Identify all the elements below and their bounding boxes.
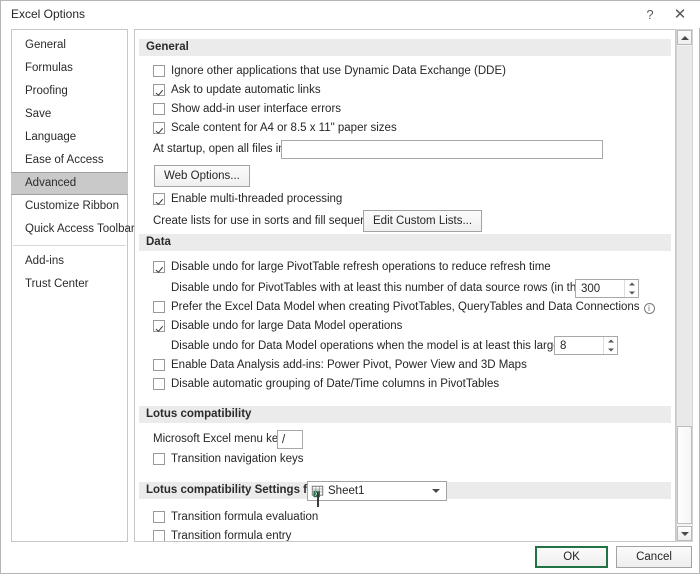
checkbox-label: Transition navigation keys [171, 453, 304, 465]
section-header-data: Data [139, 234, 671, 251]
startup-folder-label: At startup, open all files in: [153, 143, 288, 155]
checkbox-box[interactable] [153, 84, 165, 96]
checkbox-box[interactable] [153, 320, 165, 332]
spinner-up-icon[interactable] [625, 280, 638, 289]
sidebar-item-customize-ribbon[interactable]: Customize Ribbon [12, 195, 127, 218]
title-bar: Excel Options ? ✕ [1, 1, 700, 28]
options-pane-scrollbar[interactable] [676, 29, 693, 542]
datamodel-size-label: Disable undo for Data Model operations w… [171, 340, 603, 352]
sidebar-item-add-ins[interactable]: Add-ins [12, 250, 127, 273]
sidebar-item-general[interactable]: General [12, 34, 127, 57]
checkbox-label: Show add-in user interface errors [171, 103, 341, 115]
spinner-up-icon[interactable] [604, 337, 617, 346]
sidebar-item-proofing[interactable]: Proofing [12, 80, 127, 103]
svg-text:X: X [315, 491, 320, 498]
checkbox-disable-auto-grouping[interactable]: Disable automatic grouping of Date/Time … [153, 378, 499, 393]
checkbox-label: Ask to update automatic links [171, 84, 321, 96]
sidebar-item-advanced[interactable]: Advanced [11, 172, 128, 195]
checkbox-label: Ignore other applications that use Dynam… [171, 65, 506, 77]
ok-button[interactable]: OK [535, 546, 608, 568]
checkbox-label: Enable Data Analysis add-ins: Power Pivo… [171, 359, 527, 371]
checkbox-transition-nav-keys[interactable]: Transition navigation keys [153, 453, 304, 468]
chevron-down-icon[interactable] [432, 489, 440, 493]
sidebar-item-formulas[interactable]: Formulas [12, 57, 127, 80]
web-options-button[interactable]: Web Options... [154, 165, 250, 187]
checkbox-multithreaded[interactable]: Enable multi-threaded processing [153, 193, 342, 208]
checkbox-show-addin-errors[interactable]: Show add-in user interface errors [153, 103, 341, 118]
sidebar-item-ease-of-access[interactable]: Ease of Access [12, 149, 127, 172]
startup-folder-input[interactable] [281, 140, 603, 159]
spinner-down-icon[interactable] [625, 289, 638, 298]
section-header-lotus-compatibility: Lotus compatibility [139, 406, 671, 423]
scroll-up-arrow-icon[interactable] [677, 30, 692, 45]
page-title: Excel Options [11, 7, 85, 21]
checkbox-label: Disable undo for large PivotTable refres… [171, 261, 551, 273]
checkbox-box[interactable] [153, 103, 165, 115]
checkbox-disable-undo-pivot[interactable]: Disable undo for large PivotTable refres… [153, 261, 551, 276]
checkbox-label: Prefer the Excel Data Model when creatin… [171, 301, 640, 313]
help-icon[interactable]: ? [637, 3, 663, 25]
checkbox-box[interactable] [153, 511, 165, 523]
sidebar: General Formulas Proofing Save Language … [11, 29, 128, 542]
menu-key-label: Microsoft Excel menu key: [153, 433, 287, 445]
checkbox-box[interactable] [153, 261, 165, 273]
checkbox-box[interactable] [153, 378, 165, 390]
spinner-down-icon[interactable] [604, 346, 617, 355]
checkbox-scale-content[interactable]: Scale content for A4 or 8.5 x 11" paper … [153, 122, 397, 137]
checkbox-prefer-data-model[interactable]: Prefer the Excel Data Model when creatin… [153, 301, 655, 316]
sidebar-item-save[interactable]: Save [12, 103, 127, 126]
sheet-select-value: Sheet1 [328, 485, 364, 497]
checkbox-ignore-dde[interactable]: Ignore other applications that use Dynam… [153, 65, 506, 80]
checkbox-box[interactable] [153, 65, 165, 77]
sidebar-item-trust-center[interactable]: Trust Center [12, 273, 127, 296]
sidebar-divider [13, 245, 126, 246]
scrollbar-thumb[interactable] [677, 426, 692, 524]
checkbox-label: Scale content for A4 or 8.5 x 11" paper … [171, 122, 397, 134]
checkbox-box[interactable] [153, 359, 165, 371]
cancel-button[interactable]: Cancel [616, 546, 692, 568]
sidebar-item-language[interactable]: Language [12, 126, 127, 149]
menu-key-input[interactable] [277, 430, 303, 449]
checkbox-transition-formula-evaluation[interactable]: Transition formula evaluation [153, 511, 318, 526]
checkbox-box[interactable] [153, 193, 165, 205]
checkbox-label: Transition formula evaluation [171, 511, 318, 523]
dialog-footer: OK Cancel [1, 540, 700, 573]
checkbox-box[interactable] [153, 122, 165, 134]
checkbox-box[interactable] [153, 301, 165, 313]
checkbox-box[interactable] [153, 453, 165, 465]
edit-custom-lists-button[interactable]: Edit Custom Lists... [363, 210, 482, 232]
pivot-rows-value[interactable]: 300 [576, 280, 624, 297]
custom-lists-label: Create lists for use in sorts and fill s… [153, 215, 388, 227]
options-pane: General Ignore other applications that u… [134, 29, 676, 542]
checkbox-enable-data-analysis[interactable]: Enable Data Analysis add-ins: Power Pivo… [153, 359, 527, 374]
sidebar-item-quick-access-toolbar[interactable]: Quick Access Toolbar [12, 218, 127, 241]
checkbox-label: Enable multi-threaded processing [171, 193, 342, 205]
checkbox-disable-undo-datamodel[interactable]: Disable undo for large Data Model operat… [153, 320, 402, 335]
datamodel-size-value[interactable]: 8 [555, 337, 603, 354]
scrollbar-track[interactable] [677, 46, 692, 426]
section-header-general: General [139, 39, 671, 56]
excel-options-dialog: Excel Options ? ✕ General Formulas Proof… [0, 0, 700, 574]
pivot-rows-stepper[interactable]: 300 [575, 279, 639, 298]
pivot-rows-label: Disable undo for PivotTables with at lea… [171, 282, 627, 294]
worksheet-icon: X [311, 485, 324, 498]
info-icon[interactable]: i [644, 303, 655, 314]
scroll-down-arrow-icon[interactable] [677, 526, 692, 541]
datamodel-size-stepper[interactable]: 8 [554, 336, 618, 355]
close-icon[interactable]: ✕ [667, 3, 693, 25]
checkbox-label: Disable automatic grouping of Date/Time … [171, 378, 499, 390]
checkbox-label: Disable undo for large Data Model operat… [171, 320, 402, 332]
sheet-select[interactable]: X Sheet1 [307, 481, 447, 501]
checkbox-ask-update-links[interactable]: Ask to update automatic links [153, 84, 321, 99]
